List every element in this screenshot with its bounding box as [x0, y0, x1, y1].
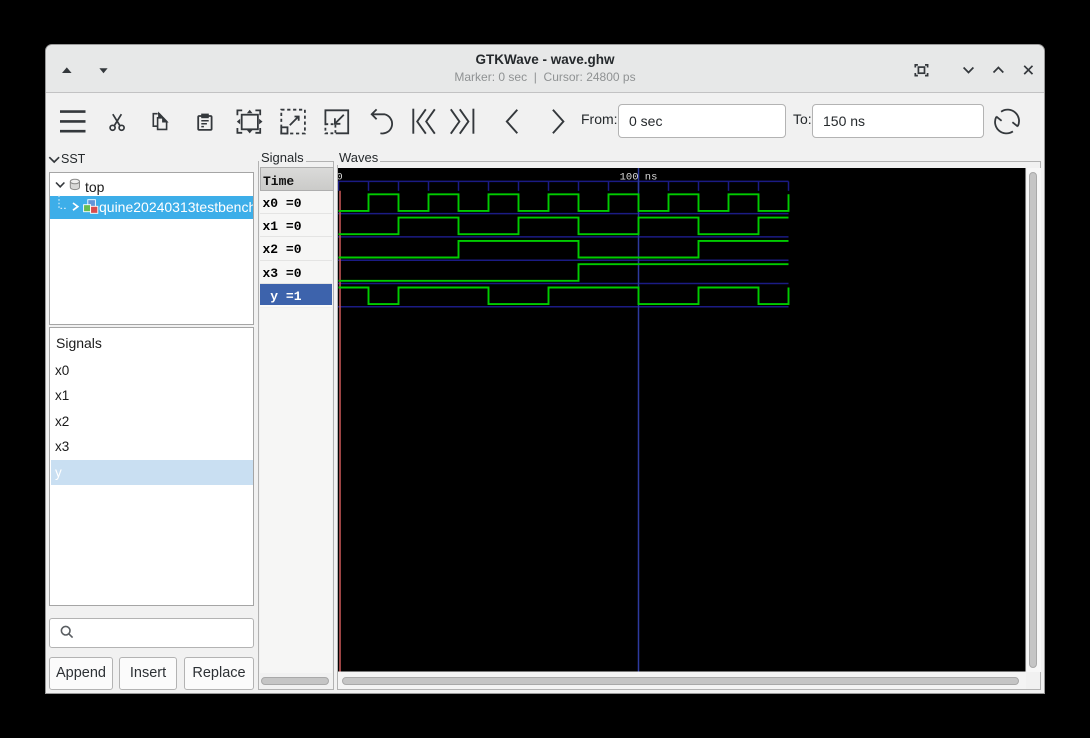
- svg-text:100 ns: 100 ns: [620, 172, 658, 184]
- svg-text:0: 0: [338, 172, 343, 184]
